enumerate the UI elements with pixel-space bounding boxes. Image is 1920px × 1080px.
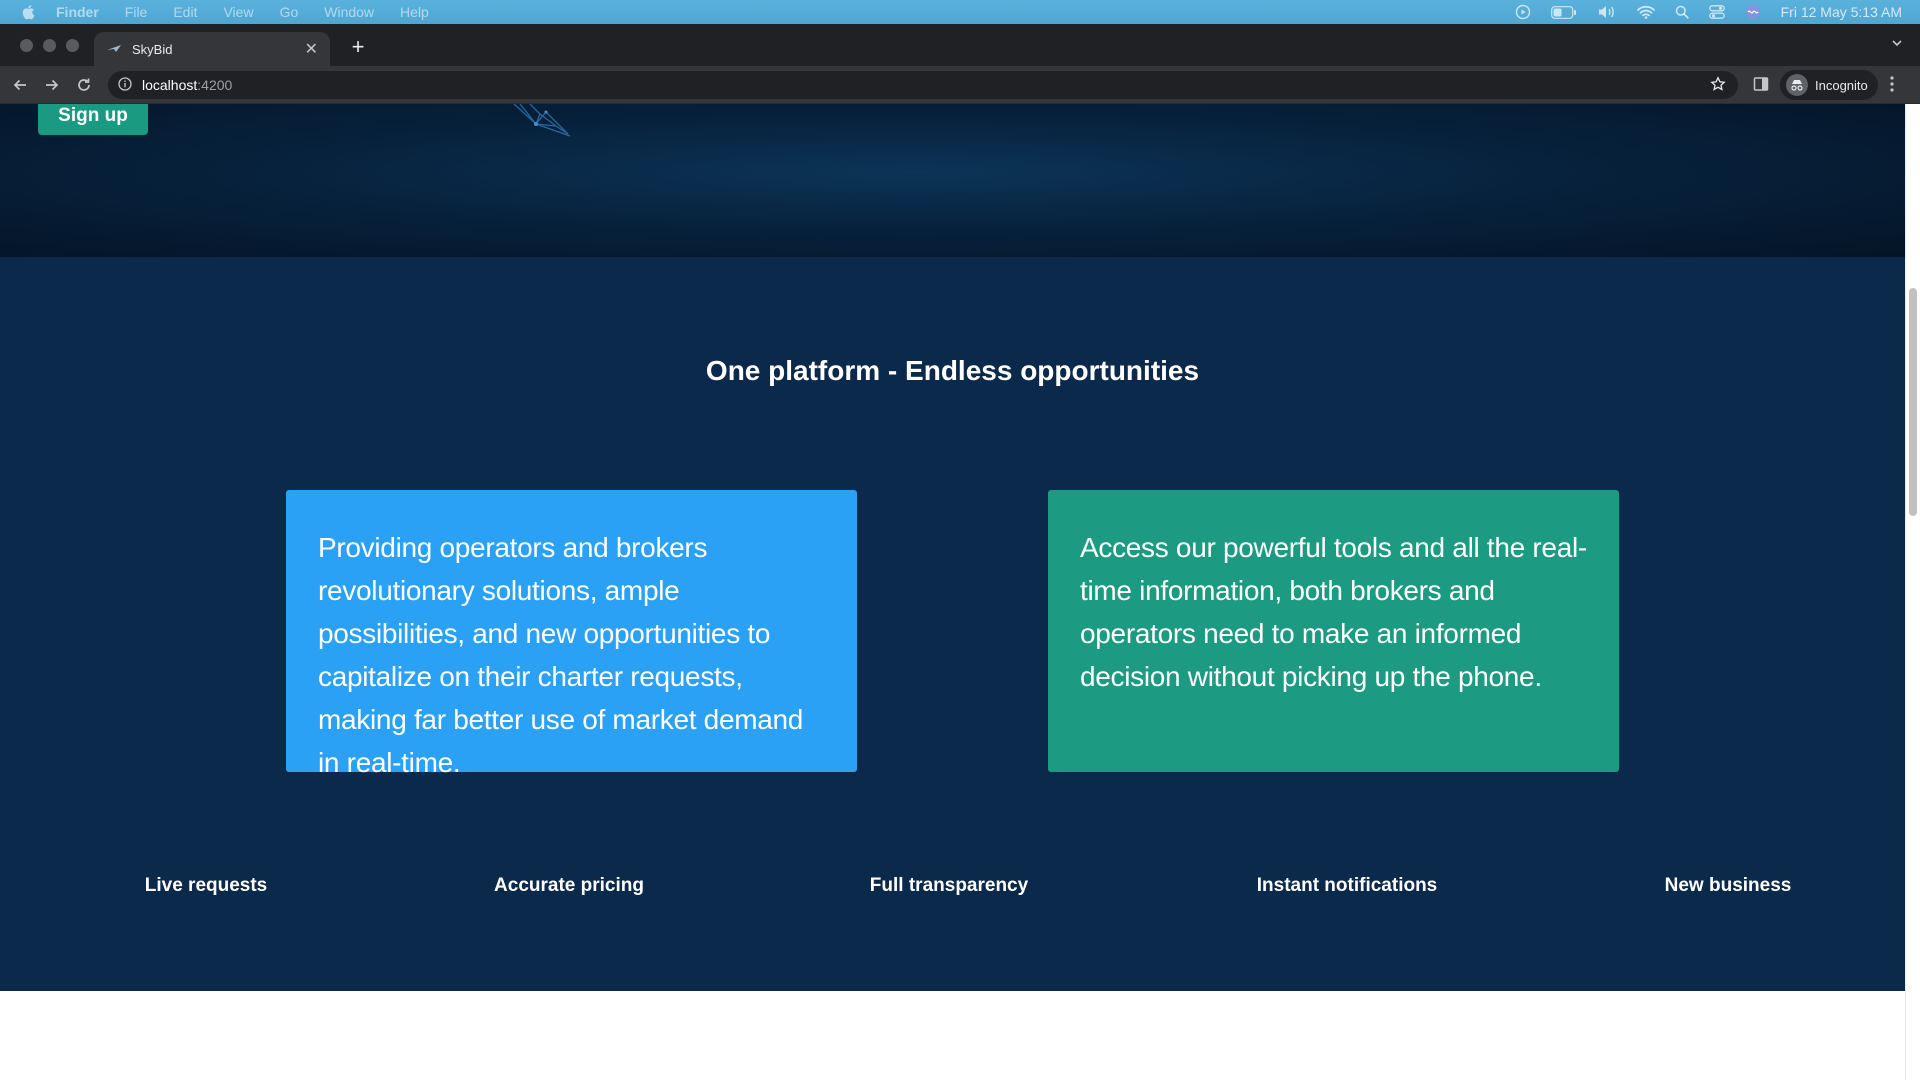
menu-edit[interactable]: Edit [173,4,197,20]
scrollbar-thumb[interactable] [1909,288,1917,516]
feature-new-business: New business [1664,875,1792,896]
page-viewport: Sign up One platform - Endless opportuni… [0,104,1905,1080]
incognito-icon [1786,74,1808,96]
feature-instant-notifications: Instant notifications [1256,875,1438,896]
sign-up-button[interactable]: Sign up [38,104,148,135]
reload-icon[interactable] [74,75,94,95]
close-tab-icon[interactable]: ✕ [305,39,318,59]
menu-file[interactable]: File [125,4,148,20]
browser-tab-bar: SkyBid ✕ + [0,24,1920,66]
macos-menu-bar: Finder File Edit View Go Window Help Fri… [0,0,1920,24]
url-host: localhost [142,77,198,93]
tools-info-card: Access our powerful tools and all the re… [1048,490,1619,772]
tab-title: SkyBid [132,41,173,57]
operators-brokers-card: Providing operators and brokers revoluti… [286,490,857,778]
siri-icon[interactable] [1745,4,1761,20]
site-info-icon[interactable] [118,76,132,94]
menu-finder[interactable]: Finder [56,4,99,20]
back-arrow-icon[interactable] [10,75,30,95]
platform-section: One platform - Endless opportunities Pro… [0,257,1905,991]
menu-window[interactable]: Window [324,4,374,20]
window-controls [20,39,79,52]
volume-icon[interactable] [1597,4,1617,20]
play-circle-icon[interactable] [1515,4,1531,20]
page-scrollbar[interactable] [1905,104,1920,1080]
features-row: Live requests Accurate pricing Full tran… [0,875,1905,905]
browser-menu-kebab-icon[interactable] [1890,75,1894,98]
menubar-clock[interactable]: Fri 12 May 5:13 AM [1781,4,1902,20]
section-title: One platform - Endless opportunities [705,355,1200,386]
feature-accurate-pricing: Accurate pricing [494,875,644,896]
spotlight-search-icon[interactable] [1675,5,1689,19]
network-graphic-icon [510,104,571,143]
menu-help[interactable]: Help [400,4,429,20]
incognito-profile-button[interactable]: Incognito [1780,70,1878,100]
tab-search-chevron-icon[interactable] [1890,36,1904,55]
forward-arrow-icon[interactable] [42,75,62,95]
feature-live-requests: Live requests [144,875,268,896]
incognito-label: Incognito [1815,77,1868,93]
skybid-favicon-icon [106,42,122,57]
browser-toolbar: localhost :4200 Incognito [0,66,1920,104]
maximize-window-button[interactable] [66,39,79,52]
address-bar[interactable]: localhost :4200 [108,71,1738,99]
close-window-button[interactable] [20,39,33,52]
apple-icon[interactable] [0,4,56,20]
wifi-icon[interactable] [1636,5,1655,19]
side-panel-icon[interactable] [1752,75,1770,98]
hero-section: Sign up [0,104,1905,257]
browser-tab-skybid[interactable]: SkyBid ✕ [94,32,330,66]
url-port: :4200 [197,77,233,93]
control-center-icon[interactable] [1708,5,1725,19]
bookmark-star-icon[interactable] [1710,76,1726,95]
minimize-window-button[interactable] [43,39,56,52]
menu-view[interactable]: View [223,4,253,20]
menu-go[interactable]: Go [280,4,299,20]
feature-full-transparency: Full transparency [869,875,1029,896]
battery-icon[interactable] [1550,5,1577,19]
new-tab-button[interactable]: + [346,35,370,59]
